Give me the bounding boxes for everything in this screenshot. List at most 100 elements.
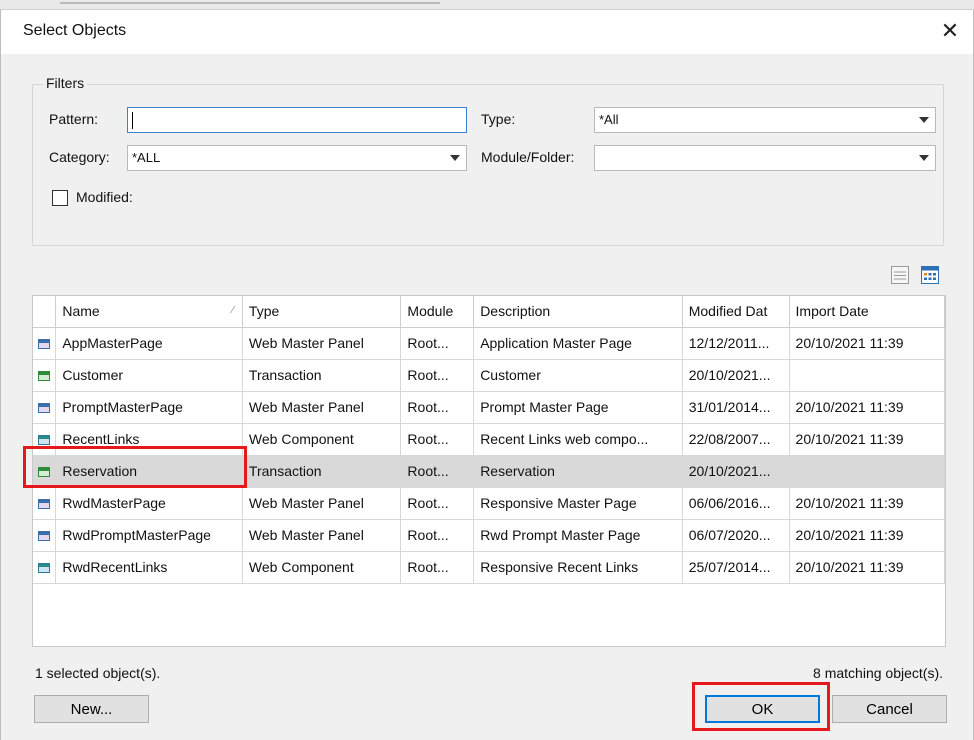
cell-description: Responsive Recent Links xyxy=(473,551,683,584)
matching-count-status: 8 matching object(s). xyxy=(813,665,943,681)
column-header-modified-date[interactable]: Modified Dat xyxy=(682,296,790,328)
table-row[interactable]: RwdPromptMasterPage Web Master Panel Roo… xyxy=(33,519,945,552)
cell-module: Root... xyxy=(400,455,475,488)
cell-name: AppMasterPage xyxy=(55,327,243,360)
column-header-module[interactable]: Module xyxy=(400,296,475,328)
cell-modified-date: 20/10/2021... xyxy=(682,455,790,488)
cell-modified-date: 20/10/2021... xyxy=(682,359,790,392)
row-icon-cell xyxy=(33,455,57,488)
row-icon-cell xyxy=(33,327,57,360)
cell-name: RwdPromptMasterPage xyxy=(55,519,243,552)
cell-name: PromptMasterPage xyxy=(55,391,243,424)
table-row[interactable]: AppMasterPage Web Master Panel Root... A… xyxy=(33,327,945,360)
cell-module: Root... xyxy=(400,391,475,424)
pattern-input[interactable] xyxy=(128,108,466,132)
row-icon-cell xyxy=(33,423,57,456)
cell-name: RecentLinks xyxy=(55,423,243,456)
row-icon-cell xyxy=(33,487,57,520)
table-row[interactable]: RwdRecentLinks Web Component Root... Res… xyxy=(33,551,945,584)
cell-module: Root... xyxy=(400,327,475,360)
cell-import-date xyxy=(789,455,945,488)
category-dropdown[interactable]: *ALL xyxy=(127,145,467,171)
cell-description: Rwd Prompt Master Page xyxy=(473,519,683,552)
category-label: Category: xyxy=(49,149,110,165)
modified-checkbox[interactable] xyxy=(52,190,68,206)
cell-type: Web Component xyxy=(242,423,402,456)
cell-import-date: 20/10/2021 11:39 xyxy=(789,423,945,456)
chevron-down-icon xyxy=(919,117,929,123)
text-caret xyxy=(132,112,133,129)
cell-description: Prompt Master Page xyxy=(473,391,683,424)
table-row[interactable]: RecentLinks Web Component Root... Recent… xyxy=(33,423,945,456)
cell-module: Root... xyxy=(400,359,475,392)
cell-description: Responsive Master Page xyxy=(473,487,683,520)
row-icon-cell xyxy=(33,519,57,552)
ok-button[interactable]: OK xyxy=(705,695,820,723)
cell-name: RwdMasterPage xyxy=(55,487,243,520)
cell-modified-date: 22/08/2007... xyxy=(682,423,790,456)
column-header-name-label: Name xyxy=(62,303,100,320)
table-row[interactable]: RwdMasterPage Web Master Panel Root... R… xyxy=(33,487,945,520)
cell-import-date: 20/10/2021 11:39 xyxy=(789,551,945,584)
cell-type: Transaction xyxy=(242,455,402,488)
table-row[interactable]: Customer Transaction Root... Customer 20… xyxy=(33,359,945,392)
cell-modified-date: 12/12/2011... xyxy=(682,327,790,360)
cell-description: Customer xyxy=(473,359,683,392)
dialog-title: Select Objects xyxy=(23,22,127,39)
select-objects-dialog: Filters Pattern: Type: *All Category: *A… xyxy=(0,54,974,740)
type-dropdown[interactable]: *All xyxy=(594,107,936,133)
cell-import-date: 20/10/2021 11:39 xyxy=(789,327,945,360)
cell-modified-date: 31/01/2014... xyxy=(682,391,790,424)
cell-name: Customer xyxy=(55,359,243,392)
module-folder-label: Module/Folder: xyxy=(481,149,575,165)
column-header-name[interactable]: Name ⁄ xyxy=(55,296,243,328)
category-dropdown-value: *ALL xyxy=(132,150,161,165)
cell-description: Recent Links web compo... xyxy=(473,423,683,456)
column-header-type[interactable]: Type xyxy=(242,296,402,328)
column-header-icon[interactable] xyxy=(33,296,57,328)
cell-type: Transaction xyxy=(242,359,402,392)
cell-type: Web Master Panel xyxy=(242,487,402,520)
module-folder-dropdown[interactable] xyxy=(594,145,936,171)
table-row[interactable]: PromptMasterPage Web Master Panel Root..… xyxy=(33,391,945,424)
transaction-icon xyxy=(38,371,51,382)
cell-import-date: 20/10/2021 11:39 xyxy=(789,487,945,520)
type-label: Type: xyxy=(481,111,516,127)
table-header-row: Name ⁄ Type Module Description Modified D… xyxy=(33,296,945,328)
cell-type: Web Master Panel xyxy=(242,519,402,552)
close-icon[interactable]: ✕ xyxy=(935,16,965,46)
cell-modified-date: 25/07/2014... xyxy=(682,551,790,584)
details-view-icon[interactable] xyxy=(919,264,941,286)
cell-description: Application Master Page xyxy=(473,327,683,360)
web-component-icon xyxy=(38,563,51,574)
filters-group: Filters Pattern: Type: *All Category: *A… xyxy=(32,75,944,246)
row-icon-cell xyxy=(33,359,57,392)
cell-name: Reservation xyxy=(55,455,243,488)
web-master-panel-icon xyxy=(38,339,51,350)
web-master-panel-icon xyxy=(38,531,51,542)
cancel-button[interactable]: Cancel xyxy=(832,695,947,723)
background-tab-strip xyxy=(60,0,440,4)
pattern-field[interactable] xyxy=(127,107,467,133)
row-icon-cell xyxy=(33,391,57,424)
web-component-icon xyxy=(38,435,51,446)
cell-module: Root... xyxy=(400,519,475,552)
column-header-import-date[interactable]: Import Date xyxy=(789,296,945,328)
list-view-icon[interactable] xyxy=(889,264,911,286)
table-row-selected[interactable]: Reservation Transaction Root... Reservat… xyxy=(33,455,945,488)
new-button[interactable]: New... xyxy=(34,695,149,723)
type-dropdown-value: *All xyxy=(599,112,619,127)
cell-name: RwdRecentLinks xyxy=(55,551,243,584)
modified-label: Modified: xyxy=(76,189,133,205)
cell-module: Root... xyxy=(400,551,475,584)
cell-module: Root... xyxy=(400,423,475,456)
cell-modified-date: 06/06/2016... xyxy=(682,487,790,520)
pattern-label: Pattern: xyxy=(49,111,99,127)
web-master-panel-icon xyxy=(38,403,51,414)
chevron-down-icon xyxy=(450,155,460,161)
cell-module: Root... xyxy=(400,487,475,520)
column-header-description[interactable]: Description xyxy=(473,296,683,328)
cell-type: Web Master Panel xyxy=(242,327,402,360)
transaction-icon xyxy=(38,467,51,478)
cell-type: Web Master Panel xyxy=(242,391,402,424)
